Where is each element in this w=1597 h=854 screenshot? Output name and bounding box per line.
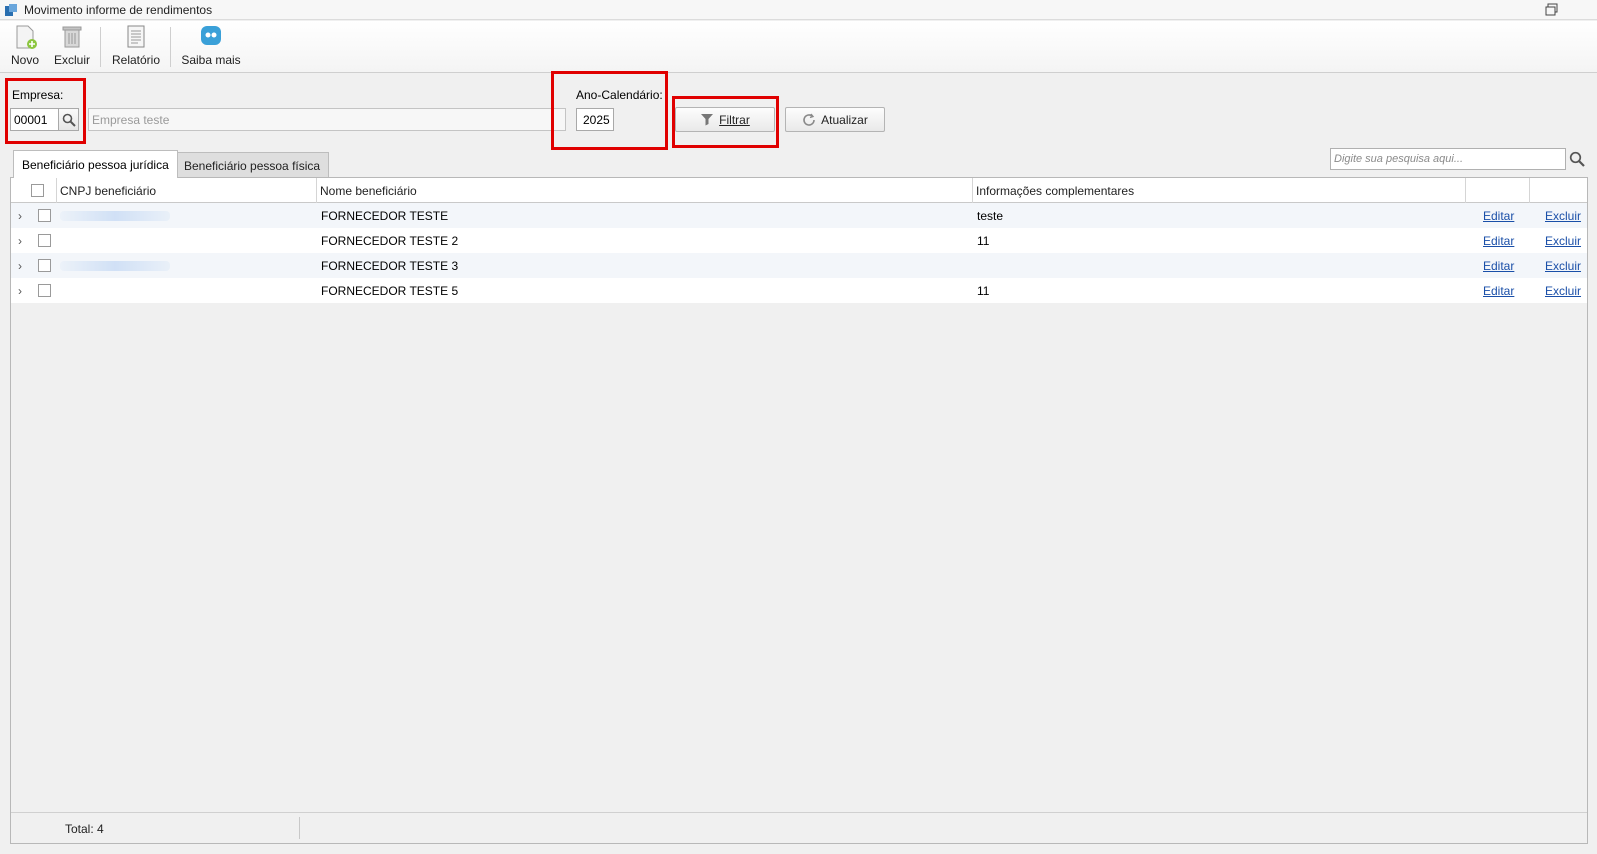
tab-pessoa-juridica[interactable]: Beneficiário pessoa jurídica (13, 150, 178, 178)
column-header-nome[interactable]: Nome beneficiário (317, 178, 973, 203)
title-bar: Movimento informe de rendimentos (0, 0, 1597, 20)
report-button[interactable]: Relatório (112, 24, 160, 70)
filter-button-highlight-box (672, 96, 779, 148)
refresh-icon (803, 113, 815, 126)
footer-separator (299, 817, 300, 839)
chat-bubble-icon (201, 26, 221, 45)
row-checkbox-cell (38, 278, 51, 303)
grid-footer: Total: 4 (11, 812, 1587, 843)
ano-calendario-highlight-box (551, 71, 668, 150)
new-button[interactable]: Novo (8, 24, 42, 70)
grid-header: CNPJ beneficiário Nome beneficiário Info… (11, 178, 1587, 203)
edit-link[interactable]: Editar (1483, 259, 1514, 273)
delete-button[interactable]: Excluir (54, 24, 90, 70)
empresa-name-field: Empresa teste (88, 108, 566, 131)
cnpj-cell (60, 253, 170, 278)
window-title: Movimento informe de rendimentos (24, 2, 213, 17)
toolbar-separator (170, 27, 171, 67)
delete-link[interactable]: Excluir (1545, 284, 1581, 298)
nome-cell: FORNECEDOR TESTE 3 (321, 258, 459, 273)
grid-search-input[interactable]: Digite sua pesquisa aqui... (1330, 148, 1566, 170)
total-count: Total: 4 (65, 822, 104, 836)
toolbar-separator (100, 27, 101, 67)
search-icon (1569, 151, 1585, 167)
row-checkbox-cell (38, 203, 51, 228)
info-cell: teste (977, 208, 1004, 223)
refresh-button-label: Atualizar (821, 112, 868, 127)
edit-link[interactable]: Editar (1483, 209, 1514, 223)
table-row[interactable]: › FORNECEDOR TESTE 2 11 Editar Excluir (11, 228, 1587, 253)
refresh-button[interactable]: Atualizar (785, 107, 885, 132)
trash-icon (62, 26, 82, 48)
row-checkbox[interactable] (38, 284, 51, 297)
redacted-cnpj (60, 260, 170, 271)
column-header-edit (1466, 178, 1530, 203)
new-button-label: Novo (10, 53, 39, 67)
edit-link[interactable]: Editar (1483, 284, 1514, 298)
toolbar: Novo Excluir Relatório Saiba mais (0, 21, 1597, 73)
select-all-header (11, 178, 57, 203)
delete-link[interactable]: Excluir (1545, 259, 1581, 273)
table-row[interactable]: › FORNECEDOR TESTE 5 11 Editar Excluir (11, 278, 1587, 303)
tab-pessoa-fisica[interactable]: Beneficiário pessoa física (175, 152, 330, 178)
row-checkbox[interactable] (38, 259, 51, 272)
expand-row-icon[interactable]: › (18, 228, 22, 253)
row-checkbox-cell (38, 253, 51, 278)
empresa-highlight-box (5, 78, 86, 144)
cnpj-cell (60, 203, 170, 228)
column-header-delete (1530, 178, 1587, 203)
delete-link[interactable]: Excluir (1545, 209, 1581, 223)
tab-label: Beneficiário pessoa jurídica (22, 157, 169, 172)
report-button-label: Relatório (111, 53, 161, 67)
nome-cell: FORNECEDOR TESTE 2 (321, 233, 459, 248)
redacted-cnpj (60, 210, 170, 221)
row-checkbox[interactable] (38, 234, 51, 247)
expand-row-icon[interactable]: › (18, 253, 22, 278)
info-cell: 11 (977, 233, 990, 248)
nome-cell: FORNECEDOR TESTE (321, 208, 449, 223)
expand-row-icon[interactable]: › (18, 203, 22, 228)
row-checkbox-cell (38, 228, 51, 253)
beneficiary-grid: CNPJ beneficiário Nome beneficiário Info… (10, 177, 1588, 844)
info-cell: 11 (977, 283, 990, 298)
table-row[interactable]: › FORNECEDOR TESTE 3 Editar Excluir (11, 253, 1587, 278)
edit-link[interactable]: Editar (1483, 234, 1514, 248)
expand-row-icon[interactable]: › (18, 278, 22, 303)
app-icon (5, 3, 17, 16)
grid-search-button[interactable] (1566, 148, 1588, 170)
learn-more-button-label: Saiba mais (181, 53, 241, 67)
tab-label: Beneficiário pessoa física (184, 158, 321, 173)
table-row[interactable]: › FORNECEDOR TESTE teste Editar Excluir (11, 203, 1587, 228)
report-document-icon (127, 25, 145, 48)
select-all-checkbox[interactable] (31, 184, 44, 197)
nome-cell: FORNECEDOR TESTE 5 (321, 283, 459, 298)
column-header-informacoes[interactable]: Informações complementares (973, 178, 1466, 203)
delete-button-label: Excluir (54, 53, 91, 67)
learn-more-button[interactable]: Saiba mais (181, 24, 241, 70)
restore-window-icon[interactable] (1545, 3, 1559, 17)
column-header-cnpj[interactable]: CNPJ beneficiário (57, 178, 317, 203)
delete-link[interactable]: Excluir (1545, 234, 1581, 248)
new-document-icon (16, 25, 37, 49)
row-checkbox[interactable] (38, 209, 51, 222)
